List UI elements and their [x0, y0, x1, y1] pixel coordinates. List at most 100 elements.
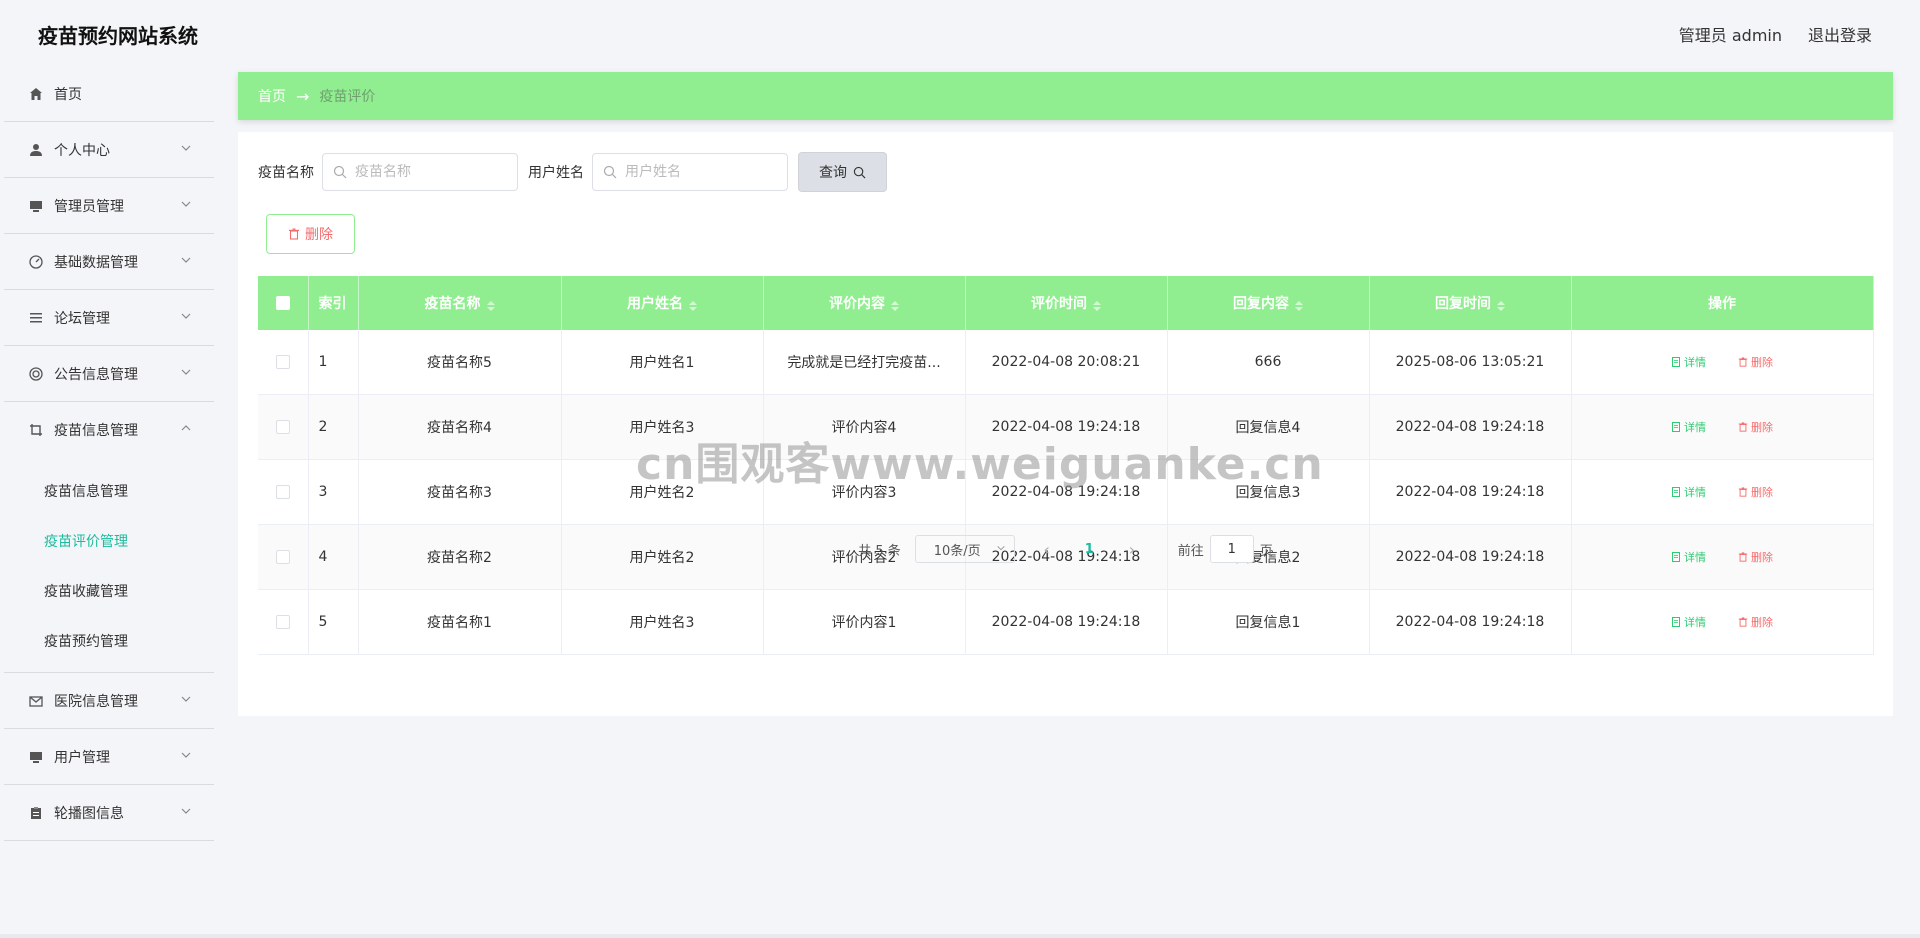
cell-vaccine-name: 疫苗名称5: [358, 330, 562, 395]
column-header-review-content[interactable]: 评价内容: [763, 276, 966, 330]
monitor-icon: [28, 198, 44, 214]
row-delete-label: 删除: [1751, 486, 1773, 499]
trash-icon: [1738, 422, 1748, 432]
sidebar-item-admin-management[interactable]: 管理员管理: [4, 178, 214, 234]
sort-icon[interactable]: [1295, 299, 1303, 311]
detail-button-label: 详情: [1684, 421, 1706, 434]
cell-actions: 详情 删除: [1571, 330, 1874, 395]
cell-actions: 详情 删除: [1571, 589, 1874, 655]
chevron-down-icon: [180, 749, 192, 761]
submenu-item-vaccine-favorite[interactable]: 疫苗收藏管理: [4, 566, 214, 616]
row-checkbox[interactable]: [275, 355, 290, 369]
cell-review-content: 完成就是已经打完疫苗...: [763, 330, 966, 395]
breadcrumb-home-link[interactable]: 首页: [258, 86, 286, 106]
search-icon: [333, 165, 347, 179]
sort-icon[interactable]: [1497, 299, 1505, 311]
row-delete-button[interactable]: 删除: [1730, 350, 1781, 374]
cell-review-time: 2022-04-08 19:24:18: [965, 589, 1168, 655]
row-delete-button[interactable]: 删除: [1730, 415, 1781, 439]
logout-link[interactable]: 退出登录: [1808, 22, 1872, 46]
sidebar-item-vaccine-info[interactable]: 疫苗信息管理: [4, 402, 214, 458]
mail-icon: [28, 693, 44, 709]
column-header-user-name[interactable]: 用户姓名: [561, 276, 764, 330]
detail-button[interactable]: 详情: [1663, 415, 1714, 439]
trash-icon: [288, 228, 300, 240]
batch-delete-button[interactable]: 删除: [266, 214, 355, 254]
submenu-item-vaccine-booking[interactable]: 疫苗预约管理: [4, 616, 214, 666]
sort-icon[interactable]: [689, 299, 697, 311]
cell-vaccine-name: 疫苗名称4: [358, 394, 562, 460]
breadcrumb-arrow-icon: →: [296, 86, 310, 106]
sidebar-item-label: 用户管理: [54, 749, 110, 766]
user-name-label: 用户姓名: [528, 165, 584, 181]
row-select-cell[interactable]: [258, 394, 309, 460]
sidebar-item-label: 论坛管理: [54, 310, 110, 327]
chevron-up-icon: [180, 422, 192, 434]
list-icon: [28, 310, 44, 326]
sort-icon[interactable]: [1093, 299, 1101, 311]
goto-page-input[interactable]: [1209, 535, 1254, 563]
cell-reply-time: 2025-08-06 13:05:21: [1369, 330, 1572, 395]
column-header-reply-time[interactable]: 回复时间: [1369, 276, 1572, 330]
chevron-down-icon: [180, 198, 192, 210]
sidebar-item-label: 管理员管理: [54, 198, 124, 215]
sidebar-item-basic-data[interactable]: 基础数据管理: [4, 234, 214, 290]
column-header-label: 评价内容: [829, 296, 885, 312]
sidebar-item-forum[interactable]: 论坛管理: [4, 290, 214, 346]
column-header-vaccine-name[interactable]: 疫苗名称: [358, 276, 562, 330]
chevron-down-icon: [180, 142, 192, 154]
cell-vaccine-name: 疫苗名称1: [358, 589, 562, 655]
user-name-input[interactable]: [623, 163, 777, 181]
sidebar-item-announcement[interactable]: 公告信息管理: [4, 346, 214, 402]
sidebar-item-user-management[interactable]: 用户管理: [4, 729, 214, 785]
detail-button[interactable]: 详情: [1663, 480, 1714, 504]
vaccine-name-input[interactable]: [353, 163, 507, 181]
row-delete-label: 删除: [1751, 356, 1773, 369]
column-header-reply-content[interactable]: 回复内容: [1167, 276, 1370, 330]
sidebar-item-hospital-info[interactable]: 医院信息管理: [4, 673, 214, 729]
cell-index: 5: [308, 589, 359, 655]
row-checkbox[interactable]: [275, 420, 290, 434]
sidebar-item-home[interactable]: 首页: [4, 66, 214, 122]
sidebar-item-carousel[interactable]: 轮播图信息: [4, 785, 214, 841]
row-delete-button[interactable]: 删除: [1730, 480, 1781, 504]
sort-icon[interactable]: [891, 299, 899, 311]
column-header-review-time[interactable]: 评价时间: [965, 276, 1168, 330]
table-body: 1 疫苗名称5 用户姓名1 完成就是已经打完疫苗... 2022-04-08 20:08…: [258, 330, 1874, 655]
sidebar-item-personal-center[interactable]: 个人中心: [4, 122, 214, 178]
row-checkbox[interactable]: [275, 615, 290, 629]
next-page-button[interactable]: ›: [1124, 540, 1140, 559]
submenu-item-vaccine-review[interactable]: 疫苗评价管理: [4, 516, 214, 566]
page-number-current[interactable]: 1: [1085, 542, 1094, 557]
query-button-label: 查询: [819, 165, 847, 181]
breadcrumb: 首页 → 疫苗评价: [238, 72, 1893, 120]
column-header-label: 评价时间: [1031, 296, 1087, 312]
row-select-cell[interactable]: [258, 459, 309, 525]
cell-vaccine-name: 疫苗名称3: [358, 459, 562, 525]
sort-icon[interactable]: [486, 299, 495, 311]
detail-button-label: 详情: [1684, 486, 1706, 499]
user-icon: [28, 142, 44, 158]
cell-reply-content: 666: [1167, 330, 1370, 395]
query-button[interactable]: 查询: [798, 152, 887, 192]
select-all-header[interactable]: [258, 276, 309, 330]
detail-button[interactable]: 详情: [1663, 350, 1714, 374]
submenu-item-vaccine-info[interactable]: 疫苗信息管理: [4, 466, 214, 516]
row-delete-button[interactable]: 删除: [1730, 610, 1781, 634]
cell-reply-time: 2022-04-08 19:24:18: [1369, 589, 1572, 655]
cell-reply-content: 回复信息1: [1167, 589, 1370, 655]
page-size-select[interactable]: 10条/页: [914, 535, 1015, 563]
detail-button[interactable]: 详情: [1663, 610, 1714, 634]
row-select-cell[interactable]: [258, 330, 309, 395]
crop-icon: [28, 422, 44, 438]
select-all-checkbox[interactable]: [275, 296, 290, 310]
row-checkbox[interactable]: [275, 485, 290, 499]
cell-review-time: 2022-04-08 20:08:21: [965, 330, 1168, 395]
sidebar-item-label: 医院信息管理: [54, 693, 138, 710]
sidebar-item-label: 轮播图信息: [54, 805, 124, 822]
column-header-actions: 操作: [1571, 276, 1874, 330]
row-select-cell[interactable]: [258, 589, 309, 655]
cell-index: 1: [308, 330, 359, 395]
main-panel: 疫苗名称 用户姓名 查询 删除 索引 疫苗名称 用户姓名 评价内: [238, 132, 1893, 716]
prev-page-button[interactable]: ‹: [1039, 540, 1055, 559]
